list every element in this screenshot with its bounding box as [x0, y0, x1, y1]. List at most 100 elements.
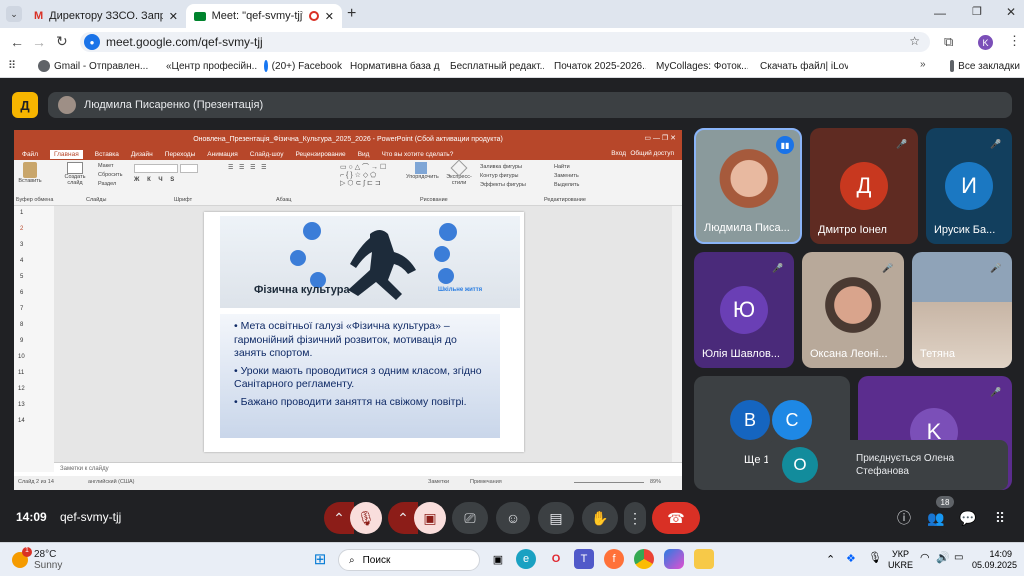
system-clock[interactable]: 14:09 05.09.2025: [972, 549, 1017, 571]
participant-tile[interactable]: 🎤 Тетяна: [912, 252, 1012, 368]
font-size-field[interactable]: [180, 164, 198, 173]
task-view-icon[interactable]: ▣: [488, 549, 508, 569]
tab-search-button[interactable]: ⌄: [6, 6, 22, 22]
replace-button[interactable]: Заменить: [554, 173, 579, 179]
chat-button[interactable]: 💬: [956, 502, 980, 534]
chrome-menu-icon[interactable]: ⋮: [1008, 33, 1021, 49]
edge-icon[interactable]: e: [516, 549, 536, 569]
slide-thumb[interactable]: 13: [18, 402, 25, 408]
zoom-slider[interactable]: [574, 482, 644, 483]
more-options-button[interactable]: ⋮: [624, 502, 646, 534]
font-name-field[interactable]: [134, 164, 178, 173]
activities-button[interactable]: ⠿: [988, 502, 1012, 534]
taskbar-search[interactable]: ⌕ Поиск: [338, 549, 480, 571]
bookmark-item[interactable]: Скачать файл| iLov...: [756, 60, 848, 72]
meeting-info-button[interactable]: ⓘ: [892, 502, 916, 534]
slide-thumb[interactable]: 6: [20, 290, 23, 296]
shape-effects-button[interactable]: Эффекты фигуры: [480, 182, 526, 188]
start-button[interactable]: ⊞: [310, 549, 330, 569]
more-bookmarks-icon[interactable]: »: [920, 59, 926, 70]
all-bookmarks[interactable]: Все закладки: [950, 60, 1020, 72]
bookmark-item[interactable]: Gmail - Отправлен...: [38, 60, 156, 72]
shapes-gallery[interactable]: ▭ ○ △ ⌒ → ☐ ⌐ { } ☆ ◇ ⬠ ▷ ⬡ ⊂ ∫ ⊏ ⊐: [340, 164, 400, 190]
arrange-button[interactable]: Упорядочить: [406, 162, 439, 180]
camera-toggle-button[interactable]: ▣: [414, 502, 446, 534]
ppt-menu-item[interactable]: Дизайн: [131, 151, 153, 158]
slide-thumb[interactable]: 12: [18, 386, 25, 392]
ppt-menu-item[interactable]: Слайд-шоу: [250, 151, 284, 158]
chrome-icon[interactable]: [634, 549, 654, 569]
slide-thumb[interactable]: 5: [20, 274, 23, 280]
leave-call-button[interactable]: ☎: [652, 502, 700, 534]
copilot-icon[interactable]: [664, 549, 684, 569]
ppt-menu-item[interactable]: Переходы: [165, 151, 196, 158]
new-slide-button[interactable]: Создать слайд: [62, 162, 88, 186]
participant-tile[interactable]: 🎤 Ю Юлія Шавлов...: [694, 252, 794, 368]
slide-thumb[interactable]: 7: [20, 306, 23, 312]
profile-avatar[interactable]: K: [978, 35, 993, 50]
close-window-icon[interactable]: ✕: [1006, 5, 1016, 19]
participant-tile[interactable]: 🎤 Оксана Леоні...: [802, 252, 904, 368]
battery-icon[interactable]: ▭: [954, 552, 963, 563]
forward-icon[interactable]: →: [32, 34, 46, 50]
find-button[interactable]: Найти: [554, 164, 570, 170]
ppt-tell-me[interactable]: Что вы хотите сделать?: [381, 151, 453, 158]
minimize-window-icon[interactable]: —: [934, 6, 946, 20]
new-tab-button[interactable]: +: [347, 5, 356, 23]
slide-thumb[interactable]: 3: [20, 242, 23, 248]
mic-toggle-button[interactable]: 🎙: [350, 502, 382, 534]
current-slide[interactable]: Фізична культура Шкільне життя • Мета ос…: [204, 212, 524, 452]
dropbox-icon[interactable]: ❖: [846, 552, 856, 565]
bookmark-item[interactable]: «Центр професійн...: [162, 60, 258, 72]
ppt-menu-item[interactable]: Вид: [358, 151, 370, 158]
browser-tab-meet[interactable]: Meet: "qef-svmy-tjj" ✕: [186, 4, 342, 28]
shape-fill-button[interactable]: Заливка фигуры: [480, 164, 522, 170]
weather-widget[interactable]: 1 28°C Sunny: [12, 547, 62, 571]
participant-tile[interactable]: 🎤 Д Дмитро Іонел: [810, 128, 918, 244]
notes-pane[interactable]: Заметки к слайду: [54, 462, 682, 476]
slide-thumb[interactable]: 14: [18, 418, 25, 424]
back-icon[interactable]: ←: [10, 34, 24, 50]
tab-close-icon[interactable]: ✕: [169, 10, 178, 23]
quick-styles-button[interactable]: Экспресс-стили: [442, 159, 476, 186]
slide-thumb[interactable]: 4: [20, 258, 23, 264]
bookmark-item[interactable]: Початок 2025-2026...: [550, 60, 646, 72]
opera-icon[interactable]: O: [546, 549, 566, 569]
slide-thumb-selected[interactable]: 2: [20, 226, 23, 232]
present-screen-button[interactable]: ⎚: [452, 502, 488, 534]
site-info-icon[interactable]: ●: [84, 34, 100, 50]
font-format-buttons[interactable]: Ж К Ч S: [134, 177, 177, 183]
raise-hand-button[interactable]: ✋: [582, 502, 618, 534]
captions-button[interactable]: ▤: [538, 502, 574, 534]
bookmark-item[interactable]: (20+) Facebook: [264, 60, 342, 72]
bookmark-item[interactable]: Бесплатный редакт...: [446, 60, 544, 72]
bookmark-item[interactable]: Нормативна база д...: [346, 60, 440, 72]
bookmark-star-icon[interactable]: ☆: [909, 34, 920, 48]
slide-thumb[interactable]: 8: [20, 322, 23, 328]
slide-thumb[interactable]: 1: [20, 210, 23, 216]
comments-toggle[interactable]: Примечания: [470, 479, 502, 485]
select-button[interactable]: Выделить: [554, 182, 579, 188]
keyboard-language[interactable]: УКР UKRE: [888, 549, 913, 571]
slide-thumb[interactable]: 11: [18, 370, 24, 376]
volume-icon[interactable]: 🔊: [936, 551, 950, 564]
participant-tile-presenter[interactable]: ▮▮ Людмила Писа...: [694, 128, 802, 244]
section-button[interactable]: Раздел: [98, 181, 116, 187]
restore-window-icon[interactable]: ❐: [972, 5, 982, 18]
file-explorer-icon[interactable]: [694, 549, 714, 569]
teams-icon[interactable]: T: [574, 549, 594, 569]
apps-grid-icon[interactable]: ⠿: [8, 59, 16, 72]
paragraph-buttons[interactable]: ☰ ☰ ☰ ☰: [228, 164, 269, 171]
reset-button[interactable]: Сбросить: [98, 172, 122, 178]
tray-overflow-icon[interactable]: ⌃: [826, 553, 835, 566]
ppt-menu-item[interactable]: Вставка: [95, 151, 119, 158]
address-bar[interactable]: ● meet.google.com/qef-svmy-tjj ☆: [80, 32, 930, 52]
notes-toggle[interactable]: Заметки: [428, 479, 449, 485]
ppt-signin[interactable]: Вход: [611, 150, 626, 157]
ppt-menu-item[interactable]: Главная: [49, 149, 83, 159]
participant-tile[interactable]: 🎤 И Ирусик Ба...: [926, 128, 1012, 244]
firefox-icon[interactable]: f: [604, 549, 624, 569]
mic-tray-icon[interactable]: 🎙: [868, 551, 882, 564]
layout-button[interactable]: Макет: [98, 163, 114, 169]
ppt-menu-item[interactable]: Анимация: [207, 151, 238, 158]
